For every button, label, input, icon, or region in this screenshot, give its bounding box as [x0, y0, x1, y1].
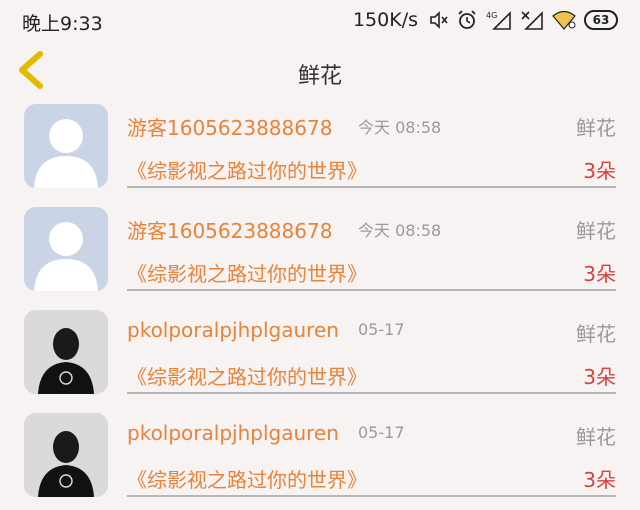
avatar[interactable]: [24, 104, 108, 188]
gift-type: 鲜花: [576, 219, 616, 243]
svg-text:4G: 4G: [486, 11, 497, 20]
signal-4g-icon: 4G: [486, 9, 512, 31]
user-name: pkolporalpjhplgauren: [127, 318, 339, 342]
gift-type: 鲜花: [576, 425, 616, 449]
gift-count: 3朵: [583, 159, 616, 183]
user-name: 游客1605623888678: [127, 116, 333, 140]
gift-type: 鲜花: [576, 322, 616, 346]
avatar[interactable]: [24, 207, 108, 291]
mute-icon: [428, 10, 448, 30]
flower-record-list: 游客1605623888678 今天 08:58 鲜花 《综影视之路过你的世界》…: [0, 98, 640, 510]
divider: [127, 495, 616, 497]
gift-count: 3朵: [583, 262, 616, 286]
gift-type: 鲜花: [576, 116, 616, 140]
default-user-icon: [34, 119, 98, 188]
battery-indicator: 63: [584, 10, 618, 30]
wifi-icon: [552, 10, 576, 30]
divider: [127, 289, 616, 291]
book-title[interactable]: 《综影视之路过你的世界》: [127, 464, 367, 493]
divider: [127, 186, 616, 188]
page-header: 鲜花: [0, 40, 640, 98]
book-title[interactable]: 《综影视之路过你的世界》: [127, 361, 367, 390]
user-photo-icon: [24, 413, 108, 497]
alarm-icon: [456, 9, 478, 31]
status-bar: 晚上9:33 150K/s 4G 63: [0, 0, 640, 40]
user-name: 游客1605623888678: [127, 219, 333, 243]
default-user-icon: [34, 222, 98, 291]
book-title[interactable]: 《综影视之路过你的世界》: [127, 258, 367, 287]
gift-count: 3朵: [583, 468, 616, 492]
net-speed: 150K/s: [352, 9, 418, 31]
signal-no-service-icon: [520, 9, 544, 31]
timestamp: 05-17: [358, 320, 405, 339]
timestamp: 今天 08:58: [358, 118, 442, 137]
gift-count: 3朵: [583, 365, 616, 389]
list-item[interactable]: 游客1605623888678 今天 08:58 鲜花 《综影视之路过你的世界》…: [0, 201, 640, 304]
user-name: pkolporalpjhplgauren: [127, 421, 339, 445]
list-item[interactable]: pkolporalpjhplgauren 05-17 鲜花 《综影视之路过你的世…: [0, 304, 640, 407]
user-photo-icon: [24, 310, 108, 394]
list-item[interactable]: 游客1605623888678 今天 08:58 鲜花 《综影视之路过你的世界》…: [0, 98, 640, 201]
avatar[interactable]: [24, 413, 108, 497]
status-time: 晚上9:33: [22, 13, 103, 35]
avatar[interactable]: [24, 310, 108, 394]
book-title[interactable]: 《综影视之路过你的世界》: [127, 155, 367, 184]
status-icons: 150K/s 4G 63: [353, 6, 618, 34]
timestamp: 今天 08:58: [358, 221, 442, 240]
divider: [127, 392, 616, 394]
timestamp: 05-17: [358, 423, 405, 442]
page-title: 鲜花: [297, 64, 342, 89]
